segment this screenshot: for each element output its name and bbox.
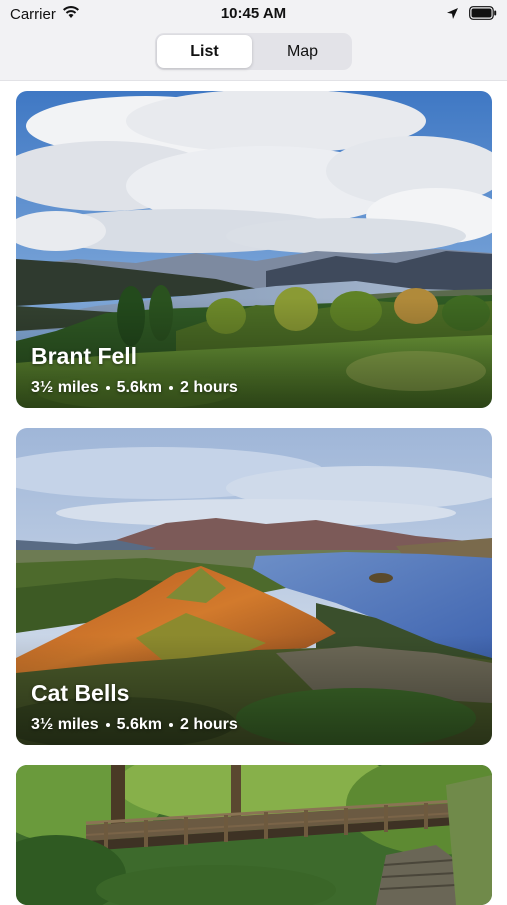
walk-distance-miles: 3½ miles [31, 379, 99, 396]
walk-duration: 2 hours [179, 379, 238, 396]
walk-card-woodland-bridge[interactable] [16, 765, 492, 905]
navigation-bar: Carrier 10:45 AM List Map [0, 0, 507, 81]
view-mode-segmented-control: List Map [155, 33, 352, 70]
battery-icon [469, 6, 497, 24]
separator-dot-icon [105, 723, 110, 727]
walk-title: Cat Bells [31, 680, 130, 706]
walk-details: 3½ miles 5.6km 2 hours [31, 716, 238, 734]
map-segment[interactable]: Map [255, 35, 350, 68]
status-time: 10:45 AM [220, 5, 287, 22]
status-right [446, 6, 497, 24]
separator-dot-icon [168, 386, 173, 390]
walk-card-cat-bells[interactable]: Cat Bells 3½ miles 5.6km 2 hours [16, 428, 492, 745]
walk-distance-km: 5.6km [116, 379, 162, 396]
walk-distance-km: 5.6km [116, 716, 162, 733]
walk-photo [16, 765, 492, 905]
walk-title: Brant Fell [31, 343, 138, 369]
separator-dot-icon [168, 723, 173, 727]
list-segment[interactable]: List [157, 35, 252, 68]
walk-card-brant-fell[interactable]: Brant Fell 3½ miles 5.6km 2 hours [16, 91, 492, 408]
walk-duration: 2 hours [179, 716, 238, 733]
walk-details: 3½ miles 5.6km 2 hours [31, 379, 238, 397]
separator-dot-icon [105, 386, 110, 390]
location-icon [446, 7, 459, 24]
status-bar: Carrier 10:45 AM [0, 0, 507, 28]
walk-distance-miles: 3½ miles [31, 716, 99, 733]
